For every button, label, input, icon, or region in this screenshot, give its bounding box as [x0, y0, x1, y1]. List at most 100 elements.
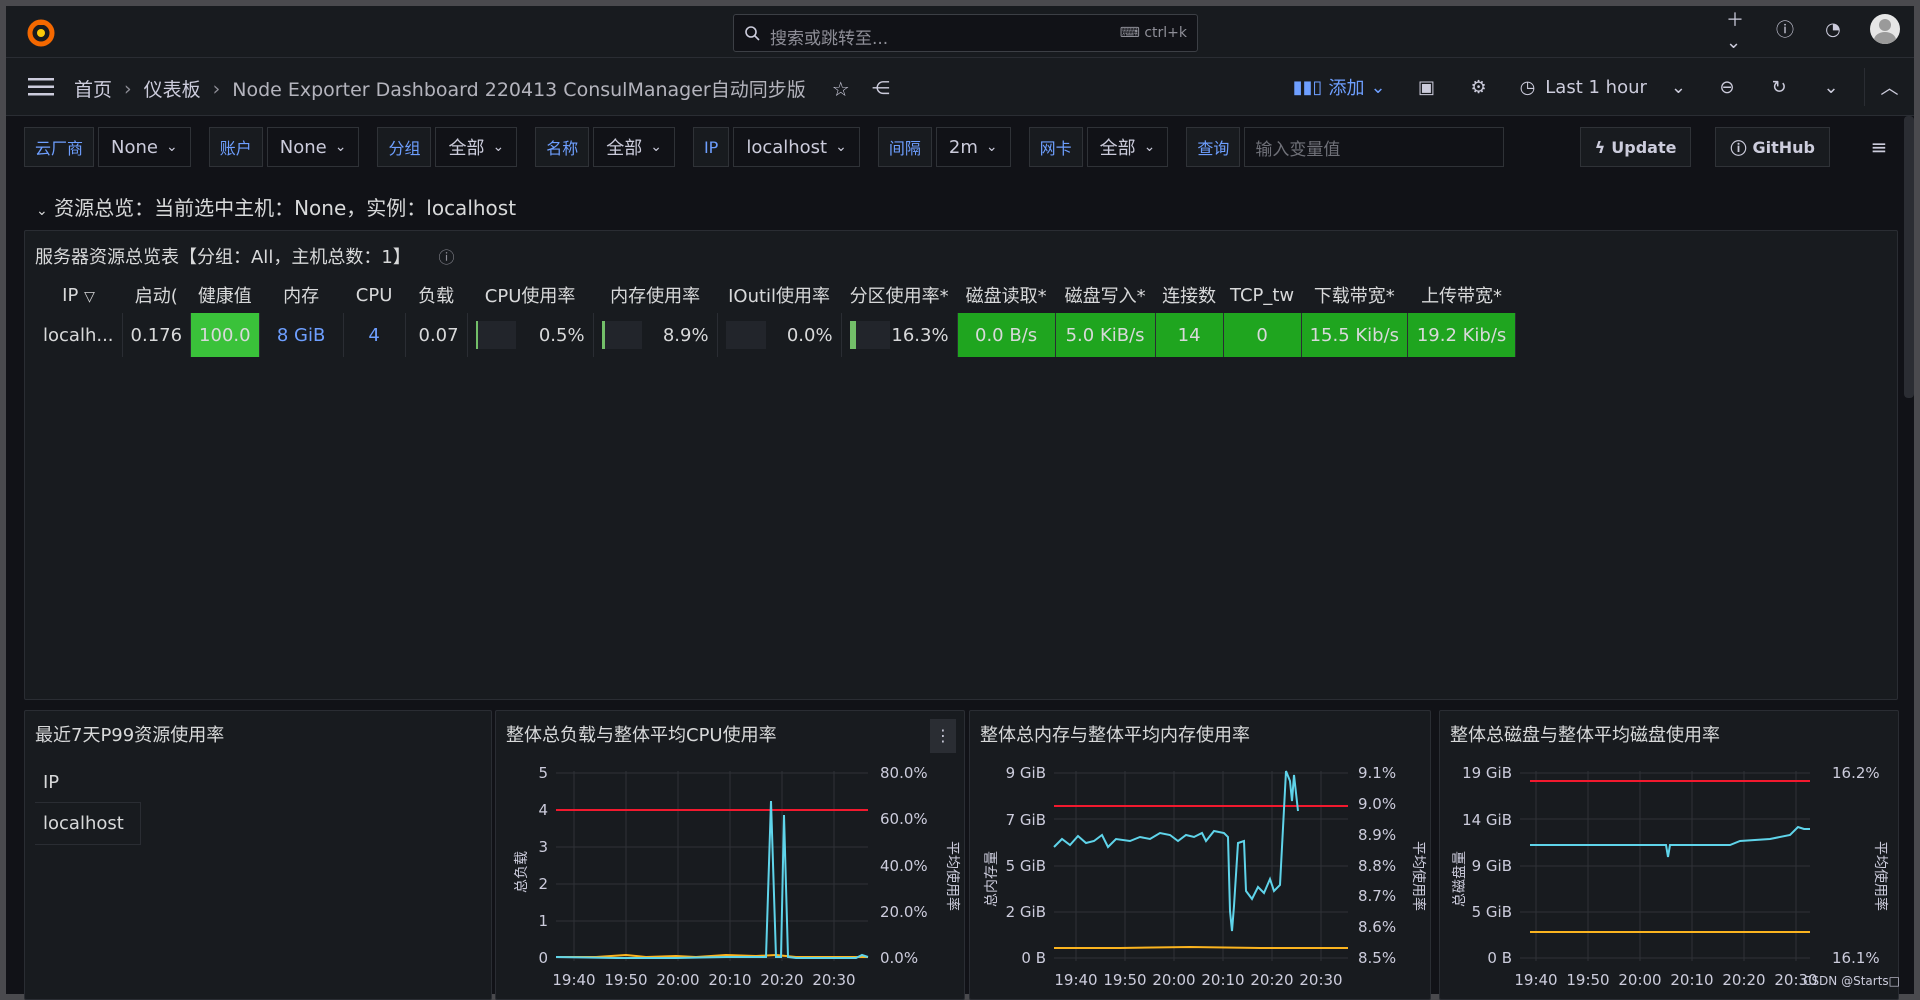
var-label-ip: IP [692, 127, 730, 167]
var-select-ip[interactable]: localhost ⌄ [733, 127, 860, 167]
cell-upload: 19.2 Kib/s [1407, 313, 1517, 357]
x-tick-label: 20:30 [812, 971, 855, 989]
cell-tcp-tw: 0 [1223, 313, 1302, 357]
table-row[interactable]: localhost [35, 803, 141, 845]
panel-title: 服务器资源总览表【分组：All，主机总数：1】 ⓘ [35, 247, 455, 268]
bar-chart-icon: ▮▮▯ [1292, 76, 1323, 98]
column-header[interactable]: 磁盘写入* [1055, 277, 1155, 313]
search-icon [745, 26, 760, 41]
cpu-load-chart-panel: 整体总负载与整体平均CPU使用率 ⋮ 5 4 3 2 1 0 80.0% 60.… [495, 710, 965, 1000]
share-icon[interactable]: ⋲ [872, 78, 890, 99]
total-disk-series [1530, 825, 1810, 858]
help-icon[interactable]: ⓘ [1774, 18, 1796, 41]
column-header[interactable]: 连接数 [1155, 277, 1223, 313]
shortcut-hint: ⌨ ctrl+k [1119, 25, 1187, 41]
x-tick-label: 20:10 [1201, 971, 1244, 989]
scrollbar[interactable] [1904, 116, 1914, 398]
avatar[interactable] [1870, 14, 1900, 44]
y-tick-label: 1 [538, 912, 548, 930]
plus-icon[interactable]: ＋⌄ [1726, 10, 1748, 53]
info-icon: ⓘ [1730, 139, 1747, 158]
row-title: 资源总览：当前选中主机：None，实例：localhost [54, 196, 517, 220]
menu-icon[interactable]: ≡ [1868, 135, 1890, 159]
column-header[interactable]: 上传带宽* [1408, 277, 1516, 313]
info-icon[interactable]: ⓘ [439, 248, 455, 267]
y2-tick-label: 16.2% [1832, 764, 1880, 782]
cpu-usage-series [555, 800, 869, 959]
github-link[interactable]: ⓘ GitHub [1715, 127, 1830, 167]
search-input[interactable]: 搜索或跳转至... ⌨ ctrl+k [733, 14, 1198, 52]
watermark: CSDN @Starts□ [1803, 974, 1900, 988]
news-feed-icon[interactable]: ◔ [1822, 18, 1844, 40]
column-header[interactable]: IP ▽ [35, 277, 122, 313]
column-header[interactable]: 启动( [122, 277, 191, 313]
panel-title: 最近7天P99资源使用率 [35, 725, 225, 746]
update-link[interactable]: ϟ Update [1579, 127, 1692, 167]
chevron-down-icon: ⌄ [985, 139, 998, 155]
y2-tick-label: 16.1% [1832, 949, 1880, 967]
refresh-icon[interactable]: ↻ [1768, 76, 1790, 98]
column-header[interactable]: 负载 [405, 277, 467, 313]
x-tick-label: 20:00 [1152, 971, 1195, 989]
column-header[interactable]: 下载带宽* [1301, 277, 1407, 313]
variables-bar: 云厂商 None ⌄ 账户 None ⌄ 分组 全部 ⌄ 名称 全部 ⌄ IP loca… [24, 126, 1904, 168]
column-header[interactable]: CPU使用率 [467, 277, 593, 313]
breadcrumb-dashboards[interactable]: 仪表板 [144, 75, 201, 102]
column-header[interactable]: 健康值 [191, 277, 260, 313]
menu-icon[interactable] [28, 78, 54, 96]
chevron-down-icon: ⌄ [1143, 139, 1156, 155]
gear-icon[interactable]: ⚙ [1468, 76, 1490, 98]
filter-icon[interactable]: ▽ [84, 289, 95, 305]
y2-tick-label: 8.7% [1358, 887, 1396, 905]
grafana-logo-icon[interactable] [26, 18, 56, 48]
zoom-out-icon[interactable]: ⊖ [1716, 76, 1738, 98]
chevron-down-icon[interactable]: ⌄ [1820, 76, 1842, 98]
y-axis-label: 总磁盘量 [1451, 851, 1468, 907]
column-header[interactable]: IP [35, 763, 141, 803]
add-button[interactable]: ▮▮▯ 添加 ⌄ [1293, 74, 1386, 100]
var-label-name: 名称 [535, 127, 590, 167]
x-tick-label: 20:00 [656, 971, 699, 989]
breadcrumb-home[interactable]: 首页 [74, 75, 112, 102]
column-header[interactable]: 磁盘读取* [957, 277, 1055, 313]
var-select-cloud[interactable]: None ⌄ [98, 127, 191, 167]
disk-chart-panel: 整体总磁盘与整体平均磁盘使用率 19 GiB 14 GiB 9 GiB 5 Gi… [1439, 710, 1899, 1000]
total-memory-series [1054, 945, 1348, 949]
var-label-nic: 网卡 [1028, 127, 1083, 167]
breadcrumb: 首页 › 仪表板 › Node Exporter Dashboard 22041… [74, 75, 890, 102]
column-header[interactable]: 内存 [259, 277, 343, 313]
var-select-nic[interactable]: 全部 ⌄ [1086, 127, 1169, 167]
row-header[interactable]: ⌄ 资源总览：当前选中主机：None，实例：localhost [36, 192, 516, 221]
var-select-name[interactable]: 全部 ⌄ [593, 127, 675, 167]
column-header[interactable]: IOutil使用率 [717, 277, 841, 313]
column-header[interactable]: TCP_tw [1223, 277, 1301, 313]
y-tick-label: 2 GiB [1006, 903, 1046, 921]
column-header[interactable]: 分区使用率* [841, 277, 957, 313]
top-actions: ＋⌄ ⓘ ◔ [1726, 10, 1900, 53]
var-select-account[interactable]: None ⌄ [266, 127, 360, 167]
cell-ip[interactable]: localh... [35, 313, 123, 357]
column-header[interactable]: CPU [343, 277, 405, 313]
x-tick-label: 20:10 [708, 971, 751, 989]
chevron-down-icon: ⌄ [650, 139, 662, 155]
cell-memory[interactable]: 8 GiB [259, 313, 344, 357]
y2-tick-label: 40.0% [880, 857, 928, 875]
top-bar: 搜索或跳转至... ⌨ ctrl+k ＋⌄ ⓘ ◔ [6, 6, 1914, 58]
var-select-group[interactable]: 全部 ⌄ [435, 127, 518, 167]
chevron-right-icon: › [212, 77, 221, 100]
y-axis-label: 总内存量 [984, 851, 1000, 907]
cell-cpu[interactable]: 4 [343, 313, 406, 357]
disk-chart: 19 GiB 14 GiB 9 GiB 5 GiB 0 B 16.2% 16.1… [1451, 764, 1889, 989]
query-input[interactable]: 输入变量值 [1244, 127, 1505, 167]
y-axis-label: 总负载 [514, 851, 530, 893]
time-picker-button[interactable]: ◷ Last 1 hour ⌄ [1520, 77, 1686, 98]
chevron-up-icon[interactable]: ︿ [1864, 68, 1914, 106]
overview-table: IP ▽ 启动( 健康值 内存 CPU 负载 CPU使用率 内存使用率 IOut… [35, 277, 1517, 357]
var-select-interval[interactable]: 2m ⌄ [935, 127, 1011, 167]
save-icon[interactable]: ▣ [1416, 76, 1438, 98]
star-icon[interactable]: ☆ [832, 77, 850, 101]
column-header[interactable]: 内存使用率 [593, 277, 717, 313]
cpu-chart: 5 4 3 2 1 0 80.0% 60.0% 40.0% 20.0% 0.0%… [514, 764, 961, 989]
cell-download: 15.5 Kib/s [1301, 313, 1409, 357]
overview-table-panel: 服务器资源总览表【分组：All，主机总数：1】 ⓘ IP ▽ 启动( 健康值 内… [24, 230, 1898, 700]
